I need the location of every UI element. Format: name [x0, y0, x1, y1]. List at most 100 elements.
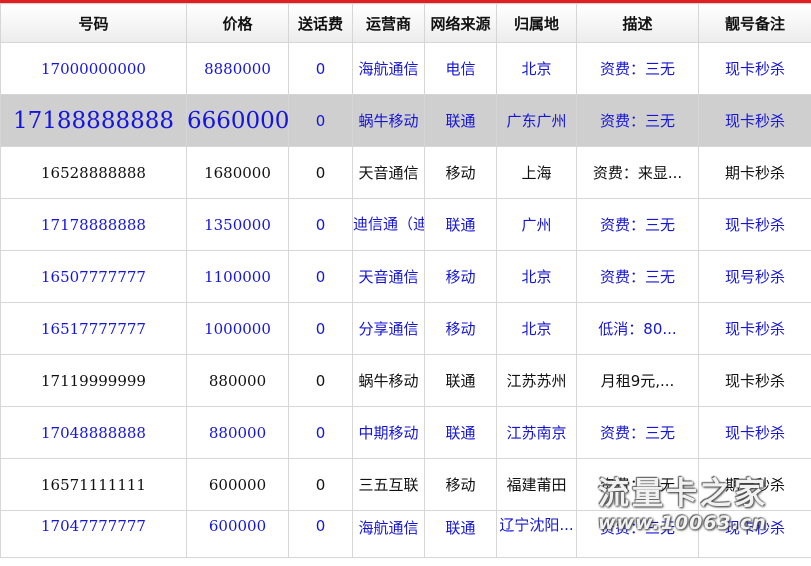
- row-carrier: 海航通信: [352, 510, 425, 558]
- table-row[interactable]: 16528888888 1680000 0 天音通信 移动 上海 资费：来显..…: [0, 146, 811, 199]
- number-listing-table: 号码 价格 送话费 运营商 网络来源 归属地 描述 靓号备注 170000000…: [0, 3, 811, 558]
- table-row[interactable]: 17048888888 880000 0 中期移动 联通 江苏南京 资费：三无 …: [0, 406, 811, 459]
- row-network: 联通: [424, 406, 497, 459]
- row-number[interactable]: 16507777777: [0, 250, 187, 303]
- row-carrier: 海航通信: [352, 42, 425, 95]
- row-credit: 0: [288, 42, 353, 95]
- header-price[interactable]: 价格: [186, 3, 289, 43]
- row-description: 资费：三无: [576, 406, 699, 459]
- row-price: 600000: [186, 458, 289, 511]
- row-price: 8880000: [186, 42, 289, 95]
- table-row[interactable]: 17047777777 600000 0 海航通信 联通 辽宁沈阳... 资费：…: [0, 510, 811, 558]
- row-number[interactable]: 17048888888: [0, 406, 187, 459]
- header-credit[interactable]: 送话费: [288, 3, 353, 43]
- row-note: 现卡秒杀: [698, 198, 811, 251]
- row-price: 1100000: [186, 250, 289, 303]
- row-network: 联通: [424, 510, 497, 558]
- row-number[interactable]: 16571111111: [0, 458, 187, 511]
- row-carrier: 迪信通（迪迦）: [352, 198, 425, 251]
- row-carrier: 蜗牛移动: [352, 94, 425, 147]
- row-number[interactable]: 16517777777: [0, 302, 187, 355]
- row-network: 联通: [424, 354, 497, 407]
- row-description: 资费：三无: [576, 42, 699, 95]
- row-carrier: 分享通信: [352, 302, 425, 355]
- row-note: 现卡秒杀: [698, 354, 811, 407]
- row-network: 移动: [424, 458, 497, 511]
- row-location: 辽宁沈阳...: [496, 510, 577, 558]
- row-carrier: 中期移动: [352, 406, 425, 459]
- row-credit: 0: [288, 250, 353, 303]
- table-row[interactable]: 16571111111 600000 0 三五互联 移动 福建莆田 资费：三无 …: [0, 458, 811, 511]
- row-carrier: 天音通信: [352, 146, 425, 199]
- row-note: 期卡秒杀: [698, 146, 811, 199]
- row-credit: 0: [288, 406, 353, 459]
- header-number[interactable]: 号码: [0, 3, 187, 43]
- row-description: 月租9元,...: [576, 354, 699, 407]
- row-note: 现卡秒杀: [698, 510, 811, 558]
- row-price: 1000000: [186, 302, 289, 355]
- row-credit: 0: [288, 198, 353, 251]
- row-description: 低消：80...: [576, 302, 699, 355]
- row-network: 移动: [424, 302, 497, 355]
- row-note: 现卡秒杀: [698, 42, 811, 95]
- row-credit: 0: [288, 458, 353, 511]
- row-credit: 0: [288, 146, 353, 199]
- table-row[interactable]: 16517777777 1000000 0 分享通信 移动 北京 低消：80..…: [0, 302, 811, 355]
- table-row-selected[interactable]: 17188888888 6660000 0 蜗牛移动 联通 广东广州 资费：三无…: [0, 94, 811, 147]
- row-number[interactable]: 17047777777: [0, 510, 187, 558]
- row-credit: 0: [288, 510, 353, 558]
- row-network: 移动: [424, 250, 497, 303]
- row-price: 880000: [186, 354, 289, 407]
- table-row[interactable]: 17119999999 880000 0 蜗牛移动 联通 江苏苏州 月租9元,.…: [0, 354, 811, 407]
- row-description: 资费：三无: [576, 250, 699, 303]
- row-location: 北京: [496, 250, 577, 303]
- row-price: 880000: [186, 406, 289, 459]
- header-description[interactable]: 描述: [576, 3, 699, 43]
- row-credit: 0: [288, 302, 353, 355]
- table-header-row: 号码 价格 送话费 运营商 网络来源 归属地 描述 靓号备注: [0, 3, 811, 43]
- header-location[interactable]: 归属地: [496, 3, 577, 43]
- row-location: 福建莆田: [496, 458, 577, 511]
- row-number[interactable]: 16528888888: [0, 146, 187, 199]
- row-note: 现卡秒杀: [698, 302, 811, 355]
- table-row[interactable]: 16507777777 1100000 0 天音通信 移动 北京 资费：三无 现…: [0, 250, 811, 303]
- row-price: 600000: [186, 510, 289, 558]
- row-network: 移动: [424, 146, 497, 199]
- row-note: 现号秒杀: [698, 250, 811, 303]
- row-description: 资费：来显...: [576, 146, 699, 199]
- row-carrier: 天音通信: [352, 250, 425, 303]
- row-location: 北京: [496, 302, 577, 355]
- row-location: 江苏南京: [496, 406, 577, 459]
- row-note: 现卡秒杀: [698, 94, 811, 147]
- row-note: 期卡秒杀: [698, 458, 811, 511]
- table-row[interactable]: 17178888888 1350000 0 迪信通（迪迦） 联通 广州 资费：三…: [0, 198, 811, 251]
- row-location: 江苏苏州: [496, 354, 577, 407]
- header-note[interactable]: 靓号备注: [698, 3, 811, 43]
- row-network: 电信: [424, 42, 497, 95]
- row-note: 现卡秒杀: [698, 406, 811, 459]
- row-network: 联通: [424, 198, 497, 251]
- header-network[interactable]: 网络来源: [424, 3, 497, 43]
- table-row[interactable]: 17000000000 8880000 0 海航通信 电信 北京 资费：三无 现…: [0, 42, 811, 95]
- row-description: 资费：三无: [576, 510, 699, 558]
- row-price: 6660000: [186, 94, 289, 147]
- row-location: 北京: [496, 42, 577, 95]
- row-number[interactable]: 17119999999: [0, 354, 187, 407]
- row-carrier: 蜗牛移动: [352, 354, 425, 407]
- row-description: 资费：三无: [576, 458, 699, 511]
- row-price: 1350000: [186, 198, 289, 251]
- row-carrier: 三五互联: [352, 458, 425, 511]
- row-description: 资费：三无: [576, 198, 699, 251]
- header-carrier[interactable]: 运营商: [352, 3, 425, 43]
- row-location: 广东广州: [496, 94, 577, 147]
- row-network: 联通: [424, 94, 497, 147]
- row-location: 广州: [496, 198, 577, 251]
- row-price: 1680000: [186, 146, 289, 199]
- row-location: 上海: [496, 146, 577, 199]
- row-credit: 0: [288, 94, 353, 147]
- row-credit: 0: [288, 354, 353, 407]
- row-description: 资费：三无: [576, 94, 699, 147]
- row-number[interactable]: 17188888888: [0, 94, 187, 147]
- row-number[interactable]: 17178888888: [0, 198, 187, 251]
- row-number[interactable]: 17000000000: [0, 42, 187, 95]
